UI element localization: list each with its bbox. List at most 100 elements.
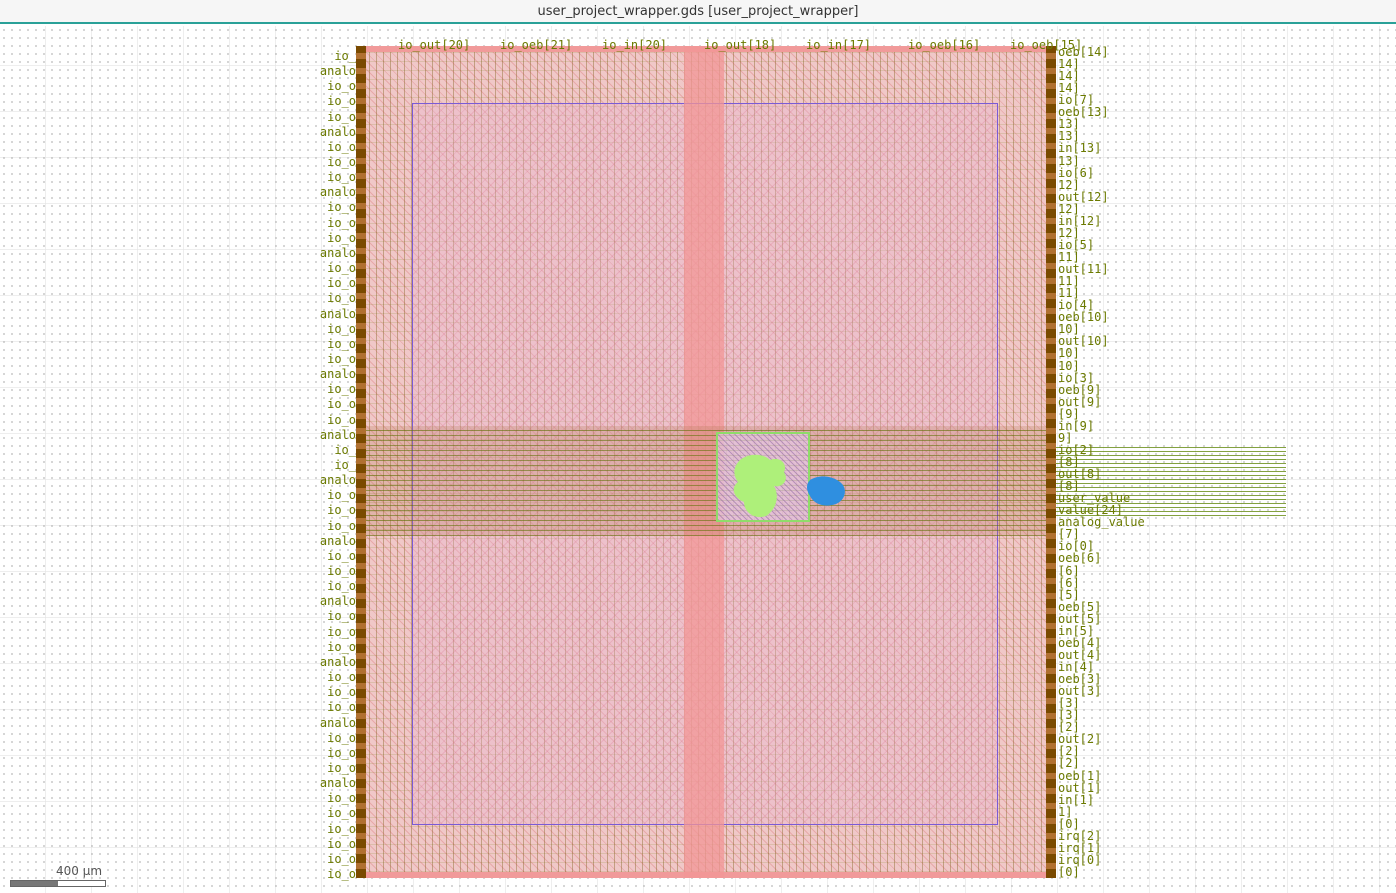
right-pin-label: [5] [1058,587,1080,602]
left-pin-label: io_ [334,458,356,472]
left-pin-label: analo [319,473,356,488]
right-pin-label: 1] [1058,804,1073,819]
left-pin-label: io_o [327,791,356,806]
left-pin-label: io_o [327,351,356,366]
left-pin-label: io_o [327,730,356,745]
right-pin-label: io[6] [1058,165,1095,180]
left-pin-label: analo [319,64,356,79]
right-pin-label: in[12] [1058,213,1102,228]
left-pin-label: io_o [327,336,356,351]
left-pin-label: io_o [327,276,356,291]
top-pin-label: io_oeb[16] [908,38,981,52]
scale-bar-graphic [10,880,106,887]
left-pin-label: analo [319,533,356,548]
left-pin-label: io_o [327,215,356,230]
right-pin-label: io[3] [1058,370,1095,385]
right-pin-label: in[13] [1058,141,1102,156]
left-pin-label: io_o [327,670,356,685]
right-pin-label: [0] [1058,816,1080,831]
left-pin-label: io_o [327,261,356,276]
window-titlebar: user_project_wrapper.gds [user_project_w… [0,0,1396,24]
left-pin-label: io_o [327,109,356,124]
left-pin-label: io_o [327,382,356,397]
left-pin-label: io_o [327,518,356,533]
left-pin-label: io_o [327,200,356,215]
right-pin-label: oeb[6] [1058,551,1102,566]
macro-blue-shape [807,476,845,506]
right-pin-label: out[12] [1058,189,1109,204]
right-pin-label: 13] [1058,153,1080,168]
left-pin-label: io_o [327,579,356,594]
left-pin-label: io_o [327,155,356,170]
left-io-pad-ring [356,46,366,878]
right-pin-label: oeb[1] [1058,768,1102,783]
right-pin-label: oeb[9] [1058,382,1102,397]
right-pin-label: [2] [1058,756,1080,771]
window-title: user_project_wrapper.gds [user_project_w… [537,3,859,19]
left-pin-label: io_o [327,867,356,881]
top-pin-label: io_out[18] [704,38,777,52]
right-pin-label: 10] [1058,346,1080,361]
left-pin-label: io_o [327,94,356,109]
right-pin-label: out[5] [1058,611,1102,626]
right-pin-label: [6] [1058,563,1080,578]
right-pin-label: in[5] [1058,623,1095,638]
left-pin-label: io_o [327,291,356,306]
left-pin-label: io_o [327,639,356,654]
right-pin-label: out[1] [1058,780,1102,795]
left-pin-label: io_ [334,49,356,63]
left-pin-label: io_o [327,503,356,518]
top-pin-label: io_out[20] [398,38,471,52]
left-pin-label: analo [319,654,356,669]
left-pin-label: analo [319,245,356,260]
left-pin-label: analo [319,715,356,730]
left-pin-label: io_ [334,442,356,457]
top-pin-label: io_in[17] [806,38,872,52]
right-pin-label: 12] [1058,201,1080,216]
left-pin-label: analo [319,124,356,139]
left-pin-label: io_o [327,170,356,185]
right-pin-label: oeb[5] [1058,599,1102,614]
right-pin-label: [0] [1058,865,1080,879]
left-pin-label: io_o [327,321,356,336]
top-pin-label: io_in[20] [602,38,668,52]
right-pin-label: irq[2] [1058,828,1102,843]
top-pin-label: io_oeb[21] [500,38,573,52]
left-pin-label: analo [319,367,356,382]
left-pin-label: io_o [327,685,356,700]
left-pin-label: io_o [327,548,356,563]
left-pin-label: io_o [327,760,356,775]
left-pin-label: io_o [327,821,356,836]
left-pin-label: io_o [327,79,356,94]
scale-bar-label: 400 µm [56,864,103,878]
left-pin-label: io_o [327,488,356,503]
left-pin-label: io_o [327,836,356,851]
right-pin-label: [9] [1058,406,1080,421]
right-pin-label: 10] [1058,358,1080,373]
left-pin-label: io_o [327,806,356,821]
left-pin-label: io_o [327,851,356,866]
right-pin-label: in[1] [1058,792,1095,807]
right-pin-label: 12] [1058,177,1080,192]
left-pin-label: io_o [327,139,356,154]
left-pin-label: analo [319,594,356,609]
left-pin-label: io_o [327,624,356,639]
left-pin-label: analo [319,427,356,442]
left-pin-label: analo [319,306,356,321]
left-pin-label: io_o [327,397,356,412]
right-pin-label: in[9] [1058,418,1095,433]
right-io-pad-ring [1046,46,1056,878]
macro-green-shape [733,454,786,518]
left-pin-label: io_o [327,564,356,579]
right-pin-label: [6] [1058,575,1080,590]
left-pin-label: io_o [327,609,356,624]
left-pin-label: io_o [327,745,356,760]
left-pin-label: io_o [327,412,356,427]
scale-bar: 400 µm [10,864,110,887]
left-pin-label: io_o [327,700,356,715]
right-pin-label: out[9] [1058,394,1102,409]
left-pin-label: analo [319,776,356,791]
left-pin-label: io_o [327,230,356,245]
left-pin-label: analo [319,185,356,200]
horizontal-routing-band [356,426,1056,536]
